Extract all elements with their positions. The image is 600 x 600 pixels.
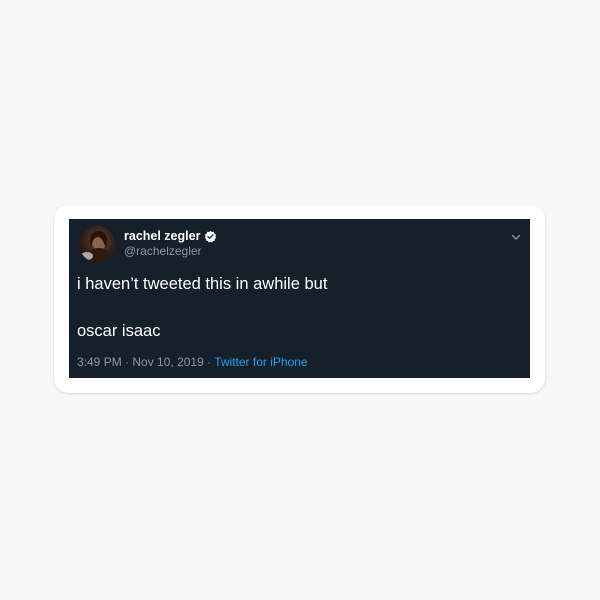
tweet-text-line-2: oscar isaac (77, 322, 161, 340)
meta-separator: · (203, 355, 215, 369)
display-name[interactable]: rachel zegler (124, 229, 200, 243)
author-name-row[interactable]: rachel zegler (124, 229, 217, 243)
meta-separator: · (121, 355, 133, 369)
sticker-stage: rachel zegler @rachelzegler i haven’t tw… (0, 0, 600, 600)
verified-badge-icon (204, 230, 217, 243)
tweet-meta: 3:49 PM · Nov 10, 2019 · Twitter for iPh… (77, 355, 308, 369)
user-handle[interactable]: @rachelzegler (124, 244, 202, 258)
tweet-text-line-1: i haven’t tweeted this in awhile but (77, 275, 328, 293)
avatar-photo-icon (81, 230, 110, 262)
avatar[interactable] (79, 226, 115, 262)
chevron-down-icon[interactable] (510, 230, 522, 242)
tweet-time[interactable]: 3:49 PM (77, 355, 122, 369)
tweet-date[interactable]: Nov 10, 2019 (132, 355, 203, 369)
tweet-card: rachel zegler @rachelzegler i haven’t tw… (69, 219, 530, 378)
tweet-source-link[interactable]: Twitter for iPhone (214, 355, 307, 369)
